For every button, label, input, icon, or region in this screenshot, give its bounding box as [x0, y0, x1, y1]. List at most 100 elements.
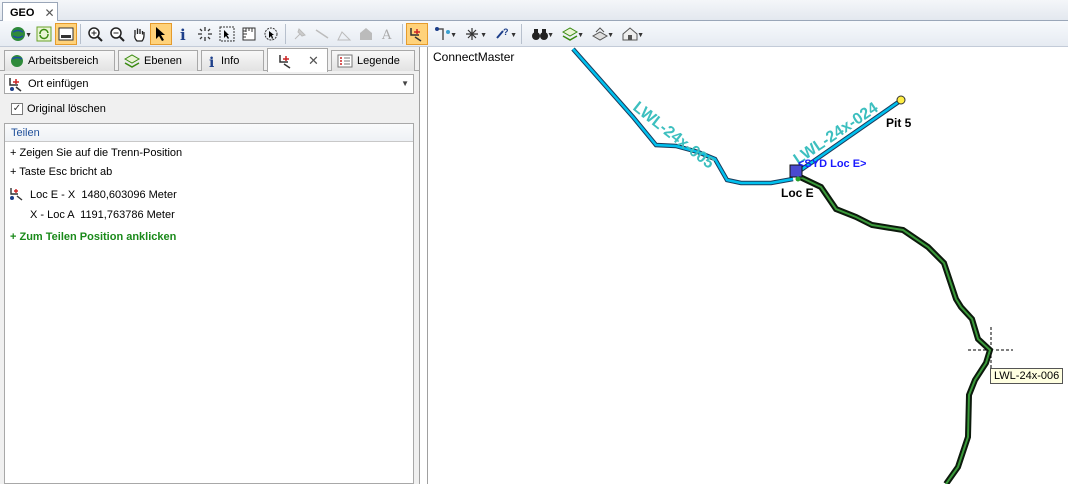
- checkbox-box[interactable]: ✓: [11, 103, 23, 115]
- instruction-text: + Taste Esc bricht ab: [10, 166, 113, 178]
- refresh-button[interactable]: [33, 23, 55, 45]
- layers-icon: [124, 54, 140, 68]
- network-menu-button[interactable]: ▼: [585, 23, 615, 45]
- building-menu-button[interactable]: ▼: [615, 23, 645, 45]
- side-panel: Arbeitsbereich Ebenen i Info ✕ Legende O…: [0, 47, 420, 484]
- snap-menu-button[interactable]: ▼: [458, 23, 488, 45]
- measure-button[interactable]: [238, 23, 260, 45]
- action-hint: + Zum Teilen Position anklicken: [10, 231, 177, 243]
- globe-icon: [11, 26, 25, 41]
- main-toolbar: ▼ i A ▼ ▼ ? ▼ ▼ ▼ ▼ ▼: [0, 21, 1068, 47]
- cursor-arrow-icon: [156, 26, 165, 41]
- measure-text: X - Loc A 1191,763786 Meter: [30, 209, 175, 221]
- circle-select-icon: [264, 27, 278, 40]
- route-menu-button[interactable]: ? ▼: [488, 23, 518, 45]
- split-tool-icon: [410, 27, 422, 42]
- cable-tooltip: LWL-24x-006: [990, 368, 1064, 384]
- layer-menu-button[interactable]: ▼: [555, 23, 585, 45]
- tab-info[interactable]: i Info: [201, 50, 264, 71]
- site-label: <SYD Loc E>: [798, 158, 866, 170]
- document-tab-strip: GEO ✕: [0, 0, 1068, 22]
- info-icon: i: [180, 26, 186, 42]
- zoom-out-button[interactable]: [106, 23, 128, 45]
- globe-icon: [11, 55, 23, 67]
- svg-text:i: i: [209, 55, 214, 68]
- window-toggle-button[interactable]: [55, 22, 77, 45]
- loc-e-connector: [795, 176, 801, 182]
- box-select-icon: [219, 26, 235, 41]
- measure-text: Loc E - X 1480,603096 Meter: [30, 189, 177, 201]
- globe-menu-button[interactable]: ▼: [3, 23, 33, 45]
- tab-legende[interactable]: Legende: [331, 50, 415, 71]
- node-label-loc-e: Loc E: [781, 186, 814, 200]
- ruler-icon: [242, 27, 256, 40]
- close-icon[interactable]: ✕: [44, 6, 54, 20]
- tab-label: Legende: [357, 55, 400, 67]
- legend-icon: [337, 54, 353, 68]
- split-node-icon: [10, 188, 23, 201]
- chevron-down-icon[interactable]: ▼: [401, 79, 409, 88]
- node-label-pit-5: Pit 5: [886, 116, 912, 130]
- tab-label: Ebenen: [144, 55, 182, 67]
- mode-select[interactable]: Ort einfügen ▼: [4, 74, 414, 94]
- zoom-in-icon: [88, 26, 103, 42]
- draw-polygon-button[interactable]: [355, 23, 377, 45]
- refresh-icon: [36, 26, 52, 41]
- toolbar-separator: [521, 23, 522, 44]
- cable-lwl-24x-005[interactable]: [571, 47, 794, 186]
- circle-select-button[interactable]: [260, 23, 282, 45]
- split-tool-button[interactable]: [406, 22, 428, 45]
- box-select-button[interactable]: [216, 23, 238, 45]
- polyline-icon: [337, 30, 352, 40]
- tab-ebenen[interactable]: Ebenen: [118, 50, 198, 71]
- original-loeschen-checkbox[interactable]: ✓ Original löschen: [11, 103, 106, 115]
- pit-5-node[interactable]: [896, 95, 906, 105]
- tab-geo[interactable]: GEO ✕: [2, 2, 58, 22]
- node-menu-button[interactable]: ▼: [428, 23, 458, 45]
- select-button[interactable]: [150, 22, 172, 45]
- close-icon[interactable]: ✕: [308, 53, 319, 69]
- panel-tab-strip: Arbeitsbereich Ebenen i Info ✕ Legende: [0, 47, 420, 72]
- split-tool-icon: [279, 54, 291, 69]
- svg-text:?: ?: [503, 27, 509, 37]
- draw-point-button[interactable]: [289, 23, 311, 45]
- teilen-section: Teilen + Zeigen Sie auf die Trenn-Positi…: [4, 123, 414, 484]
- draw-polyline-button[interactable]: [333, 23, 355, 45]
- zoom-in-button[interactable]: [84, 23, 106, 45]
- tab-arbeitsbereich[interactable]: Arbeitsbereich: [4, 50, 115, 71]
- tab-label: Info: [221, 55, 240, 67]
- instruction-text: + Zeigen Sie auf die Trenn-Position: [10, 147, 183, 159]
- polygon-icon: [360, 27, 372, 40]
- toolbar-separator: [402, 23, 403, 44]
- svg-text:i: i: [180, 26, 186, 42]
- tab-teilen[interactable]: ✕: [267, 48, 328, 72]
- cable-lwl-24x-006[interactable]: [798, 174, 994, 484]
- zoom-out-icon: [110, 26, 125, 42]
- text-icon: A: [381, 28, 392, 42]
- window-icon: [58, 27, 74, 40]
- draw-line-button[interactable]: [311, 23, 333, 45]
- mode-select-value: Ort einfügen: [28, 78, 89, 90]
- tab-label: Arbeitsbereich: [28, 55, 99, 67]
- cable-lwl-24x-005-fill: [572, 48, 794, 185]
- section-title: Teilen: [5, 124, 413, 142]
- checkbox-label: Original löschen: [27, 103, 106, 115]
- highlight-button[interactable]: [194, 23, 216, 45]
- info-icon: i: [209, 55, 214, 68]
- svg-text:A: A: [381, 28, 392, 42]
- cable-lwl-24x-006-fill: [799, 176, 992, 484]
- map-canvas[interactable]: ConnectMaster LWL-24x-005 LWL-24x-024 Pi…: [427, 47, 1068, 484]
- draw-text-button[interactable]: A: [377, 23, 399, 45]
- split-tool-icon: [9, 78, 22, 92]
- tab-geo-label: GEO: [10, 6, 35, 19]
- map-drawing[interactable]: LWL-24x-005 LWL-24x-024 Pit 5 Loc E <SYD…: [428, 47, 1068, 484]
- cable-label: LWL-24x-005: [630, 99, 718, 173]
- toolbar-separator: [80, 23, 81, 44]
- pan-button[interactable]: [128, 23, 150, 45]
- sparkle-icon: [198, 26, 212, 41]
- hand-icon: [134, 28, 145, 42]
- find-menu-button[interactable]: ▼: [525, 23, 555, 45]
- info-button[interactable]: i: [172, 23, 194, 45]
- toolbar-separator: [285, 23, 286, 44]
- line-icon: [315, 28, 329, 39]
